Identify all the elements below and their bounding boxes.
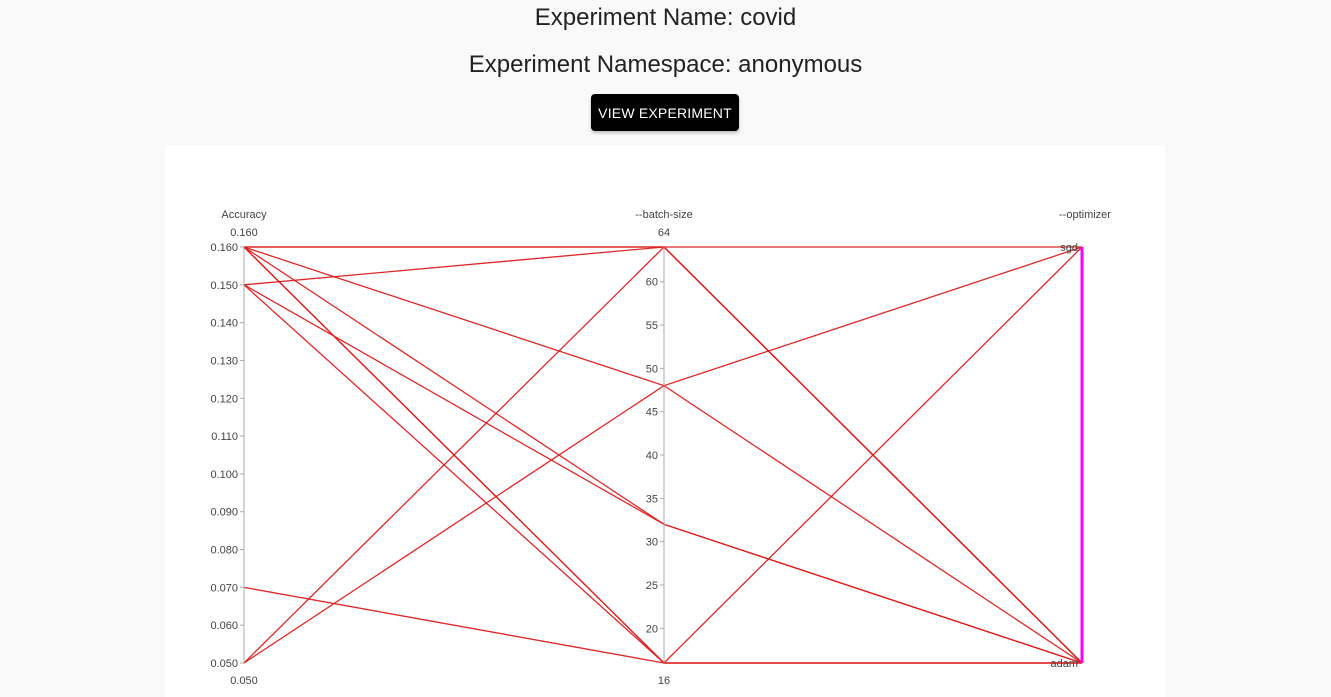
category-label-sgd: sgd: [1060, 242, 1078, 254]
axis-batch-size: --batch-size 64 16 60 55 50 45 40 35 30 25 20: [635, 209, 692, 687]
tick-label: 0.100: [210, 469, 238, 481]
data-line[interactable]: [243, 586, 1082, 664]
axis-title: --optimizer: [1059, 209, 1111, 221]
tick-label: 0.050: [210, 658, 238, 670]
tick-label: 0.160: [210, 242, 238, 254]
tick-label: 30: [646, 537, 658, 549]
tick-label: 0.110: [211, 431, 238, 443]
data-line[interactable]: [243, 284, 1083, 664]
axis-accuracy: Accuracy 0.160 0.050 0.160 0.150 0.140 0.130 0.…: [210, 209, 267, 687]
tick-label: 0.120: [210, 393, 238, 405]
tick-label: 55: [646, 320, 658, 332]
range-max-label: 0.160: [230, 227, 258, 239]
tick-label: 60: [646, 277, 658, 289]
tick-label: 50: [646, 363, 658, 375]
parallel-coordinates-panel: Accuracy 0.160 0.050 0.160 0.150 0.140 0.130 0.…: [165, 146, 1165, 697]
data-line[interactable]: [243, 284, 1082, 664]
axis-title: --batch-size: [635, 209, 692, 221]
axis-title: Accuracy: [221, 209, 267, 221]
experiment-name: Experiment Name: covid: [534, 4, 797, 31]
tick-label: 0.130: [210, 355, 238, 367]
experiment-namespace: Experiment Namespace: anonymous: [468, 51, 863, 78]
tick-label: 0.080: [210, 545, 238, 557]
tick-label: 45: [646, 407, 658, 419]
tick-label: 25: [646, 580, 658, 592]
range-max-label: 64: [658, 227, 670, 239]
tick-label: 0.070: [210, 582, 238, 594]
tick-label: 0.060: [210, 620, 238, 632]
tick-label: 0.140: [210, 318, 238, 330]
range-min-label: 0.050: [230, 675, 258, 687]
view-experiment-button[interactable]: VIEW EXPERIMENT: [591, 94, 739, 131]
tick-label: 40: [646, 450, 658, 462]
tick-label: 0.090: [210, 507, 238, 519]
axis-optimizer: --optimizer adam sgd: [1050, 209, 1111, 670]
category-label-adam: adam: [1050, 658, 1078, 670]
tick-label: 0.150: [210, 280, 238, 292]
tick-label: 35: [646, 493, 658, 505]
tick-label: 20: [646, 623, 658, 635]
parallel-coordinates-chart: Accuracy 0.160 0.050 0.160 0.150 0.140 0.130 0.…: [210, 209, 1111, 687]
range-min-label: 16: [658, 675, 670, 687]
